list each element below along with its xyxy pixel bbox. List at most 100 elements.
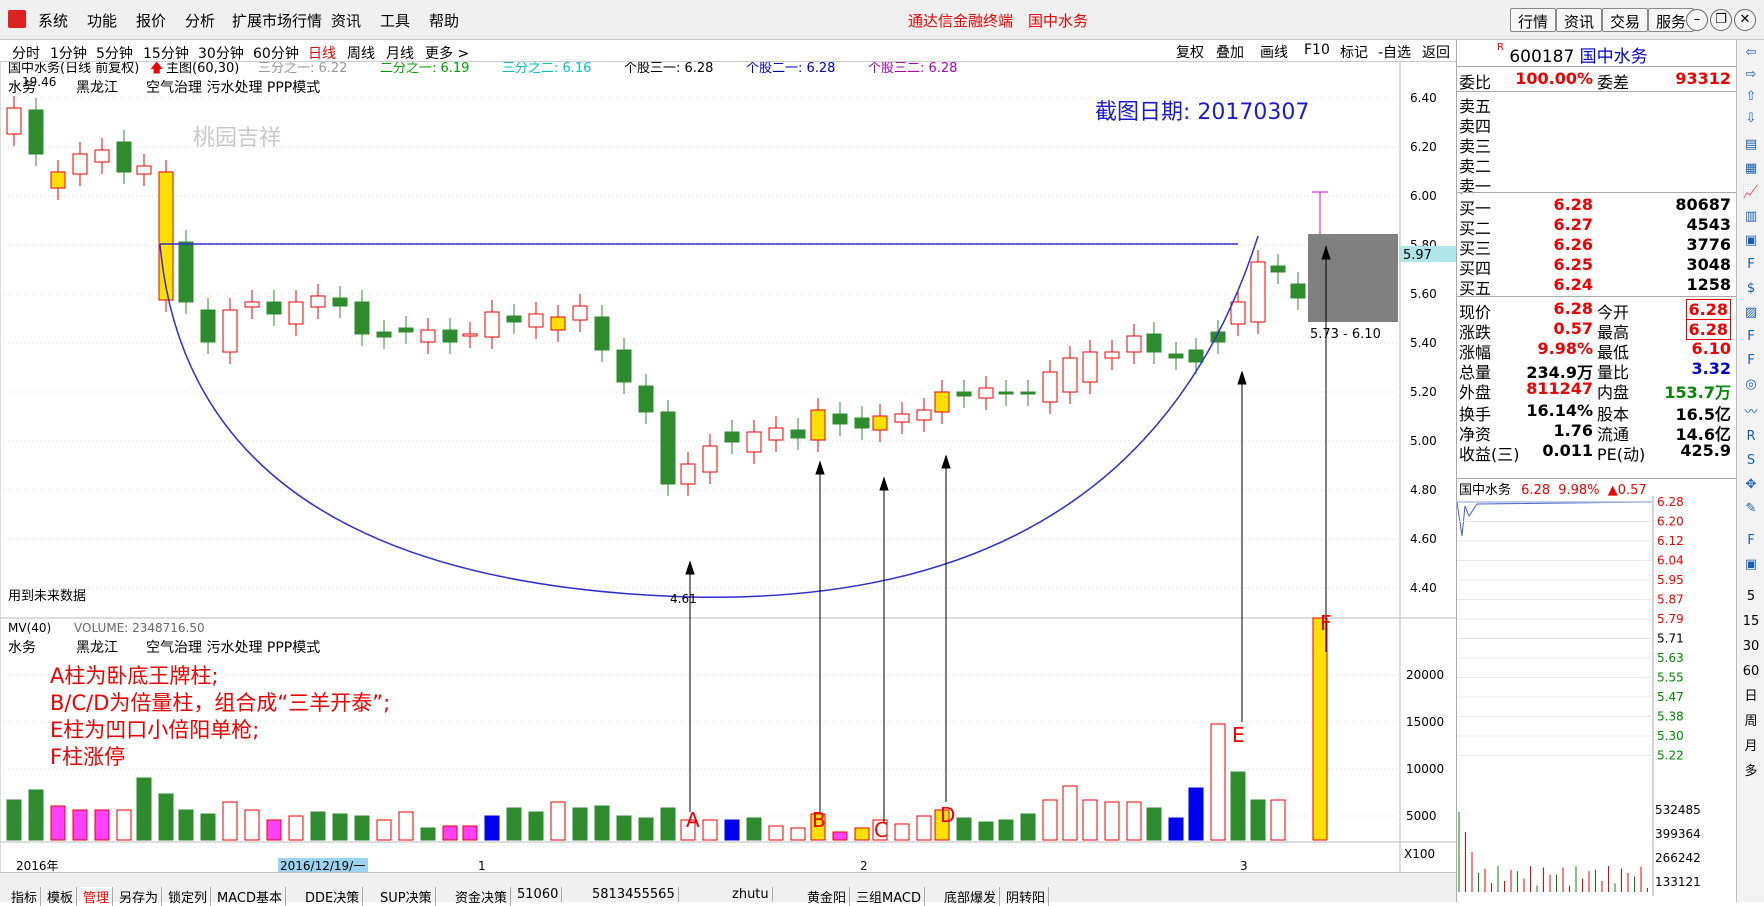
period-5min[interactable]: 5分钟: [96, 43, 133, 63]
period-daily[interactable]: 日线: [308, 43, 336, 63]
table-icon[interactable]: ▣: [1742, 232, 1760, 250]
mini-axis-13: 5.22: [1657, 749, 1684, 763]
arrow-up-icon[interactable]: ⇧: [1742, 88, 1760, 106]
back-button[interactable]: 返回: [1422, 42, 1450, 62]
side-period-2[interactable]: 30: [1742, 638, 1760, 656]
f5-icon[interactable]: F: [1742, 532, 1760, 550]
info-button[interactable]: 资讯: [1556, 8, 1603, 32]
volume-bar-14: [310, 811, 326, 841]
menu-help[interactable]: 帮助: [429, 10, 459, 31]
volume-bar-46: [998, 819, 1014, 841]
side-period-6[interactable]: 月: [1742, 738, 1760, 756]
period-more[interactable]: 更多 >: [425, 43, 469, 63]
period-60min[interactable]: 60分钟: [253, 43, 299, 63]
arrow-left-icon[interactable]: ⇦: [1742, 44, 1760, 62]
bottom-tab-15[interactable]: 阴转阳: [1003, 887, 1050, 906]
volume-bar-30: [660, 807, 676, 841]
menu-quote[interactable]: 报价: [136, 10, 166, 31]
dollar-icon[interactable]: $: [1742, 280, 1760, 298]
menu-tools[interactable]: 工具: [380, 10, 410, 31]
circle-icon[interactable]: ◎: [1742, 376, 1760, 394]
bottom-tab-1[interactable]: 模板: [44, 887, 78, 906]
candle-16: [354, 301, 370, 335]
bottom-tab-7[interactable]: SUP决策: [377, 887, 436, 906]
period-weekly[interactable]: 周线: [347, 43, 375, 63]
f10-icon[interactable]: F: [1742, 256, 1760, 274]
volume-bar-49: [1062, 785, 1078, 841]
market-button[interactable]: 行情: [1510, 8, 1557, 32]
kline-icon[interactable]: ▥: [1742, 208, 1760, 226]
mini-axis-2: 6.12: [1657, 534, 1684, 548]
mark-button[interactable]: 标记: [1340, 42, 1368, 62]
side-period-0[interactable]: 5: [1742, 588, 1760, 606]
menu-system[interactable]: 系统: [38, 10, 68, 31]
period-minute[interactable]: 分时: [12, 43, 40, 63]
chart-icon[interactable]: ▨: [1742, 304, 1760, 322]
mini-price-line: [1457, 501, 1653, 537]
volume-bar-44: [956, 817, 972, 841]
period-15min[interactable]: 15分钟: [143, 43, 189, 63]
bottom-tab-6[interactable]: DDE决策: [302, 887, 364, 906]
period-30min[interactable]: 30分钟: [198, 43, 244, 63]
f10-button[interactable]: F10: [1304, 42, 1330, 58]
period-1min[interactable]: 1分钟: [50, 43, 87, 63]
rsi-icon[interactable]: R: [1742, 428, 1760, 446]
buy-row-2: 买三 6.26 3776: [1459, 235, 1731, 258]
side-period-5[interactable]: 周: [1742, 713, 1760, 731]
side-period-3[interactable]: 60: [1742, 663, 1760, 681]
menu-analysis[interactable]: 分析: [185, 10, 215, 31]
list-icon[interactable]: ▤: [1742, 136, 1760, 154]
f2-icon[interactable]: F: [1742, 328, 1760, 346]
bottom-tab-10[interactable]: 5813455565: [589, 887, 679, 902]
range-label: 5.73 - 6.10: [1310, 327, 1381, 342]
side-icon-bar: ⇦ ⇨ ⇧ ⇩ ▤ ▦ 📈 ▥ ▣ F $ ▨ F F ◎ 〰 R S ✥ ✎ …: [1736, 40, 1764, 902]
bottom-tab-11[interactable]: zhutu: [729, 887, 773, 902]
adjust-button[interactable]: 复权: [1176, 42, 1204, 62]
box-icon[interactable]: ▣: [1742, 556, 1760, 574]
mini-chart[interactable]: 6.28 6.20 6.12 6.04 5.95 5.87 5.79 5.71 5.63 5.55…: [1457, 496, 1737, 896]
bottom-tab-14[interactable]: 底部爆发: [941, 887, 1001, 906]
s-icon[interactable]: S: [1742, 452, 1760, 470]
draw-button[interactable]: 画线: [1260, 42, 1288, 62]
bottom-tab-2[interactable]: 管理: [80, 887, 114, 906]
period-monthly[interactable]: 月线: [386, 43, 414, 63]
pencil-icon[interactable]: ✎: [1742, 500, 1760, 518]
arrow-right-icon[interactable]: ⇨: [1742, 66, 1760, 84]
bottom-tab-12[interactable]: 黄金阳: [804, 887, 851, 906]
candle-25: [550, 316, 566, 331]
bottom-tab-4[interactable]: 锁定列: [165, 887, 212, 906]
letter-f: F: [1320, 611, 1332, 635]
close-icon[interactable]: ✕: [1734, 9, 1756, 31]
menu-function[interactable]: 功能: [87, 10, 117, 31]
candle-51: [1104, 351, 1120, 359]
trade-button[interactable]: 交易: [1602, 8, 1649, 32]
bottom-tab-9[interactable]: 51060: [514, 887, 563, 902]
volume-bar-33: [724, 819, 740, 841]
bottom-tab-8[interactable]: 资金决策: [452, 887, 512, 906]
overlay-button[interactable]: 叠加: [1216, 42, 1244, 62]
mini-axis-9: 5.55: [1657, 671, 1684, 685]
line-chart-icon[interactable]: 📈: [1742, 184, 1760, 202]
bottom-tab-13[interactable]: 三组MACD: [853, 887, 925, 906]
trend-icon[interactable]: 〰: [1742, 404, 1760, 422]
kline-chart[interactable]: 6.406.206.005.805.605.405.205.004.804.60…: [0, 62, 1456, 872]
minimize-icon[interactable]: –: [1686, 9, 1708, 31]
menu-extended-market[interactable]: 扩展市场行情: [232, 10, 322, 31]
volume-bar-6: [136, 777, 152, 841]
restore-icon[interactable]: ❐: [1710, 9, 1732, 31]
bottom-tab-5[interactable]: MACD基本: [214, 887, 286, 906]
arrow-down-icon[interactable]: ⇩: [1742, 110, 1760, 128]
volume-bar-56: [1210, 723, 1226, 841]
move-icon[interactable]: ✥: [1742, 476, 1760, 494]
grid-icon[interactable]: ▦: [1742, 160, 1760, 178]
f6-icon[interactable]: F: [1742, 352, 1760, 370]
bottom-tab-0[interactable]: 指标: [8, 887, 42, 906]
side-period-4[interactable]: 日: [1742, 688, 1760, 706]
watchlist-button[interactable]: -自选: [1378, 42, 1411, 62]
menu-news[interactable]: 资讯: [331, 10, 361, 31]
side-period-7[interactable]: 多: [1742, 763, 1760, 781]
side-period-1[interactable]: 15: [1742, 613, 1760, 631]
volume-bar-57: [1230, 771, 1246, 841]
watermark: 桃园吉祥: [193, 126, 281, 151]
bottom-tab-3[interactable]: 另存为: [116, 887, 163, 906]
